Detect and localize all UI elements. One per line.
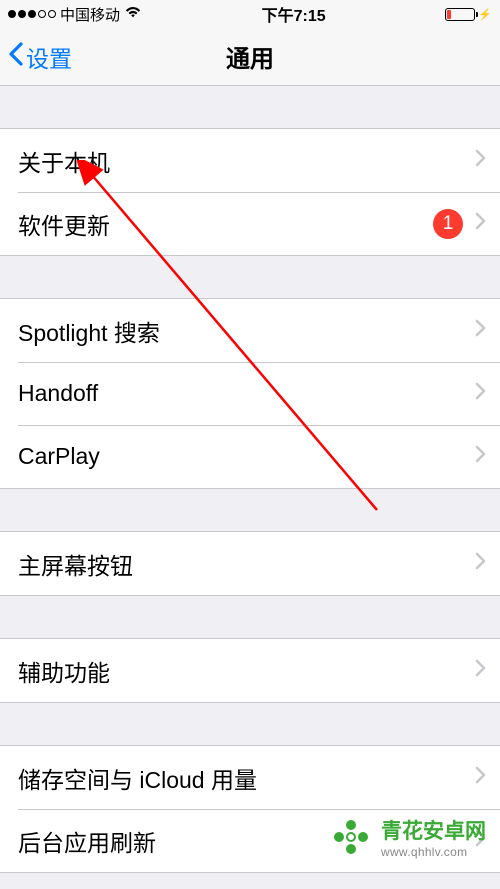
navigation-bar: 设置 通用	[0, 28, 500, 86]
chevron-right-icon	[475, 445, 486, 468]
row-carplay[interactable]: CarPlay	[0, 425, 500, 488]
battery-icon	[445, 8, 475, 21]
status-left: 中国移动	[8, 4, 142, 25]
charging-icon: ⚡	[478, 8, 492, 21]
update-badge: 1	[433, 209, 463, 239]
row-handoff[interactable]: Handoff	[0, 362, 500, 425]
group-spacer	[0, 86, 500, 128]
back-label: 设置	[26, 40, 72, 74]
page-title: 通用	[226, 39, 274, 74]
row-accessibility[interactable]: 辅助功能	[0, 639, 500, 702]
row-about[interactable]: 关于本机	[0, 129, 500, 192]
group-spotlight: Spotlight 搜索 Handoff CarPlay	[0, 298, 500, 489]
row-label: Spotlight 搜索	[18, 314, 475, 348]
row-label: CarPlay	[18, 443, 475, 470]
chevron-right-icon	[475, 659, 486, 682]
chevron-right-icon	[475, 149, 486, 172]
group-accessibility: 辅助功能	[0, 638, 500, 703]
row-label: 储存空间与 iCloud 用量	[18, 761, 475, 795]
row-label: 关于本机	[18, 144, 475, 178]
chevron-right-icon	[475, 382, 486, 405]
watermark-url: www.qhhlv.com	[381, 845, 486, 859]
row-label: 辅助功能	[18, 654, 475, 688]
status-bar: 中国移动 下午7:15 ⚡	[0, 0, 500, 28]
chevron-right-icon	[475, 766, 486, 789]
back-chevron-icon	[8, 42, 23, 72]
group-spacer	[0, 596, 500, 638]
group-spacer	[0, 703, 500, 745]
row-spotlight[interactable]: Spotlight 搜索	[0, 299, 500, 362]
signal-strength-icon	[8, 10, 56, 18]
chevron-right-icon	[475, 319, 486, 342]
row-label: Handoff	[18, 380, 475, 407]
group-homebutton: 主屏幕按钮	[0, 531, 500, 596]
back-button[interactable]: 设置	[8, 40, 72, 74]
row-storage-icloud[interactable]: 储存空间与 iCloud 用量	[0, 746, 500, 809]
status-time: 下午7:15	[262, 2, 326, 26]
watermark: 青花安卓网 www.qhhlv.com	[329, 815, 486, 859]
row-label: 软件更新	[18, 207, 433, 241]
group-about: 关于本机 软件更新 1	[0, 128, 500, 256]
wifi-icon	[124, 5, 142, 23]
row-software-update[interactable]: 软件更新 1	[0, 192, 500, 255]
watermark-title: 青花安卓网	[381, 815, 486, 845]
chevron-right-icon	[475, 552, 486, 575]
carrier-label: 中国移动	[60, 4, 120, 25]
row-label: 主屏幕按钮	[18, 547, 475, 581]
chevron-right-icon	[475, 212, 486, 235]
group-spacer	[0, 256, 500, 298]
status-right: ⚡	[445, 8, 492, 21]
row-home-button[interactable]: 主屏幕按钮	[0, 532, 500, 595]
group-spacer	[0, 489, 500, 531]
watermark-logo-icon	[329, 815, 373, 859]
